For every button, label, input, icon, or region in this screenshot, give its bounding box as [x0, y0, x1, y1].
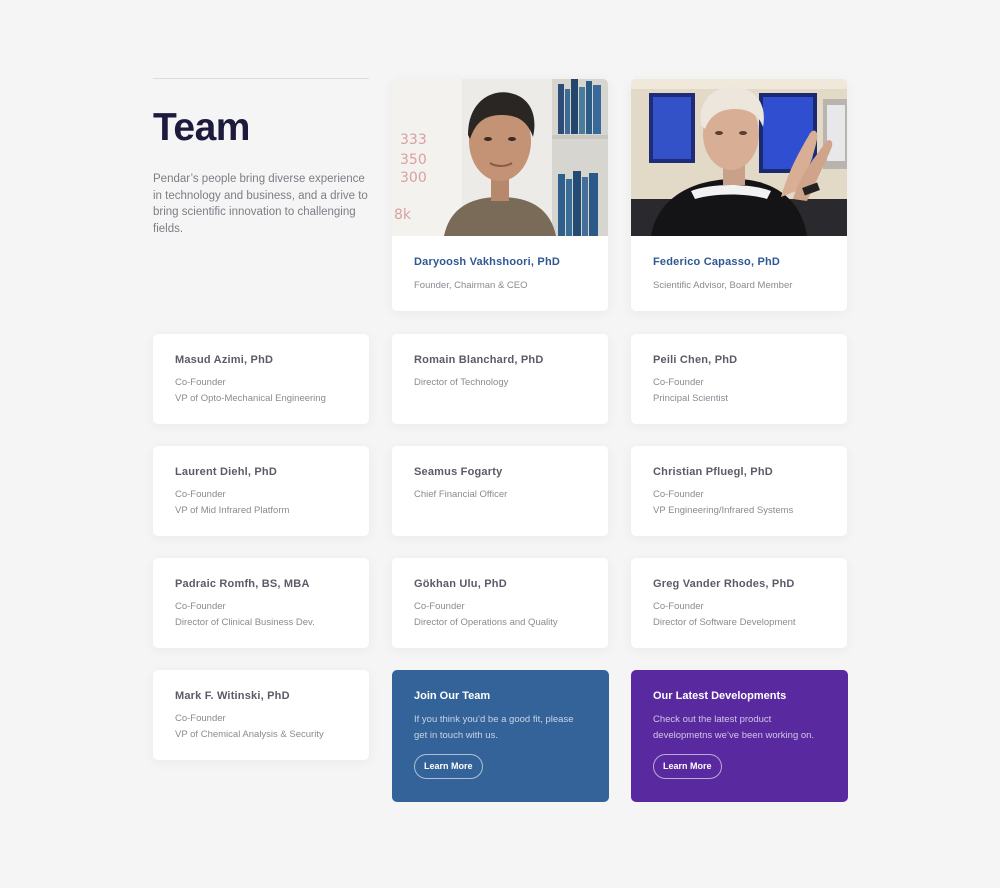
intro-divider [153, 78, 369, 79]
join-team-card: Join Our Team If you think you’d be a go… [392, 670, 609, 802]
page-title: Team [153, 106, 251, 149]
member-role: Co-Founder [653, 377, 704, 388]
svg-text:350: 350 [400, 152, 427, 168]
join-team-learn-more-button[interactable]: Learn More [414, 754, 483, 779]
member-role: Founder, Chairman & CEO [414, 280, 528, 291]
member-card-chen[interactable]: Peili Chen, PhD Co-Founder Principal Sci… [631, 334, 847, 424]
member-role: Co-Founder [653, 601, 704, 612]
portrait-photo-vakhshoori: 333 350 300 8k [392, 79, 608, 236]
member-name: Federico Capasso, PhD [653, 256, 781, 268]
svg-text:333: 333 [400, 132, 427, 148]
member-card-witinski[interactable]: Mark F. Witinski, PhD Co-Founder VP of C… [153, 670, 369, 760]
latest-developments-title: Our Latest Developments [653, 690, 787, 702]
member-card-blanchard[interactable]: Romain Blanchard, PhD Director of Techno… [392, 334, 608, 424]
member-role: Director of Technology [414, 377, 509, 388]
featured-card-capasso[interactable]: Federico Capasso, PhD Scientific Advisor… [631, 79, 847, 311]
join-team-title: Join Our Team [414, 690, 491, 702]
member-name: Mark F. Witinski, PhD [175, 690, 290, 702]
member-role: Co-Founder [414, 601, 465, 612]
member-role: Co-Founder [175, 601, 226, 612]
member-role: Principal Scientist [653, 392, 728, 404]
member-card-diehl[interactable]: Laurent Diehl, PhD Co-Founder VP of Mid … [153, 446, 369, 536]
member-role: Director of Clinical Business Dev. [175, 616, 315, 628]
member-name: Masud Azimi, PhD [175, 354, 274, 366]
member-card-romfh[interactable]: Padraic Romfh, BS, MBA Co-Founder Direct… [153, 558, 369, 648]
member-role: Co-Founder [175, 377, 226, 388]
member-role: Chief Financial Officer [414, 489, 508, 500]
latest-developments-card: Our Latest Developments Check out the la… [631, 670, 848, 802]
portrait-photo-capasso [631, 79, 847, 236]
featured-card-vakhshoori[interactable]: 333 350 300 8k Daryoosh Vakhshoori, PhD … [392, 79, 608, 311]
svg-text:8k: 8k [394, 207, 412, 223]
svg-text:300: 300 [400, 170, 427, 186]
member-card-vander-rhodes[interactable]: Greg Vander Rhodes, PhD Co-Founder Direc… [631, 558, 847, 648]
member-role: Director of Software Development [653, 616, 796, 628]
member-name: Seamus Fogarty [414, 466, 503, 478]
member-role: Scientific Advisor, Board Member [653, 280, 793, 291]
member-role: VP of Opto-Mechanical Engineering [175, 392, 326, 404]
member-role: Co-Founder [175, 489, 226, 500]
member-role: VP Engineering/Infrared Systems [653, 504, 794, 516]
member-card-pfluegl[interactable]: Christian Pfluegl, PhD Co-Founder VP Eng… [631, 446, 847, 536]
join-team-text: If you think you’d be a good fit, please… [414, 714, 574, 741]
member-name: Gökhan Ulu, PhD [414, 578, 507, 590]
member-card-ulu[interactable]: Gökhan Ulu, PhD Co-Founder Director of O… [392, 558, 608, 648]
member-role: VP of Mid Infrared Platform [175, 504, 290, 516]
member-name: Laurent Diehl, PhD [175, 466, 277, 478]
member-name: Peili Chen, PhD [653, 354, 738, 366]
member-card-fogarty[interactable]: Seamus Fogarty Chief Financial Officer [392, 446, 608, 536]
member-name: Romain Blanchard, PhD [414, 354, 544, 366]
member-name: Padraic Romfh, BS, MBA [175, 578, 310, 590]
member-card-azimi[interactable]: Masud Azimi, PhD Co-Founder VP of Opto-M… [153, 334, 369, 424]
latest-developments-text: Check out the latest product developmetn… [653, 714, 815, 741]
member-name: Greg Vander Rhodes, PhD [653, 578, 795, 590]
member-role: Co-Founder [175, 713, 226, 724]
member-name: Christian Pfluegl, PhD [653, 466, 773, 478]
member-name: Daryoosh Vakhshoori, PhD [414, 256, 561, 268]
intro-description: Pendar’s people bring diverse experience… [153, 173, 368, 235]
member-role: Co-Founder [653, 489, 704, 500]
member-role: VP of Chemical Analysis & Security [175, 728, 324, 740]
latest-developments-learn-more-button[interactable]: Learn More [653, 754, 722, 779]
member-role: Director of Operations and Quality [414, 616, 558, 628]
